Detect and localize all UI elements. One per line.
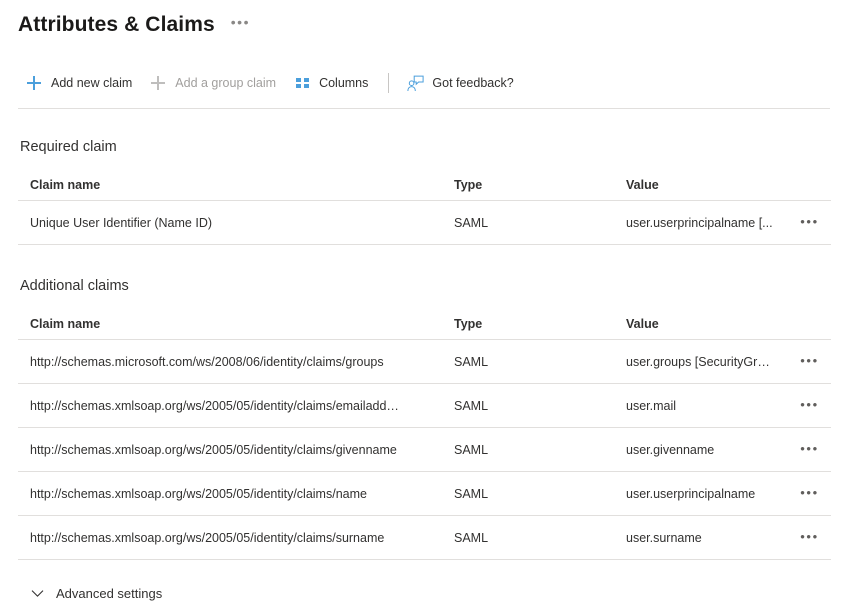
- columns-label: Columns: [319, 74, 368, 92]
- row-actions-cell: •••: [776, 428, 831, 472]
- columns-icon: [293, 74, 311, 92]
- required-claims-table: Claim name Type Value Unique User Identi…: [18, 169, 831, 245]
- required-claim-heading: Required claim: [20, 137, 842, 157]
- add-group-claim-button: Add a group claim: [142, 68, 286, 98]
- claim-value-cell: user.userprincipalname [...: [614, 201, 776, 245]
- claim-type-cell: SAML: [442, 384, 614, 428]
- column-header-menu: [776, 169, 831, 201]
- page-title: Attributes & Claims: [18, 11, 215, 39]
- table-header-row: Claim name Type Value: [18, 308, 831, 340]
- column-header-value[interactable]: Value: [614, 308, 776, 340]
- row-context-menu-button[interactable]: •••: [794, 482, 824, 506]
- add-new-claim-button[interactable]: Add new claim: [18, 68, 142, 98]
- column-header-claim-name[interactable]: Claim name: [18, 169, 442, 201]
- row-actions-cell: •••: [776, 472, 831, 516]
- additional-claims-heading: Additional claims: [20, 276, 842, 296]
- table-row[interactable]: http://schemas.xmlsoap.org/ws/2005/05/id…: [18, 516, 831, 560]
- add-group-claim-label: Add a group claim: [175, 74, 276, 92]
- claim-type-cell: SAML: [442, 201, 614, 245]
- table-row[interactable]: http://schemas.microsoft.com/ws/2008/06/…: [18, 340, 831, 384]
- row-context-menu-button[interactable]: •••: [794, 211, 824, 235]
- page-header: Attributes & Claims •••: [0, 0, 842, 42]
- row-actions-cell: •••: [776, 516, 831, 560]
- table-row[interactable]: http://schemas.xmlsoap.org/ws/2005/05/id…: [18, 472, 831, 516]
- claim-name-cell: http://schemas.xmlsoap.org/ws/2005/05/id…: [18, 384, 442, 428]
- column-header-claim-name[interactable]: Claim name: [18, 308, 442, 340]
- command-bar: Add new claim Add a group claim Columns …: [18, 65, 830, 109]
- row-context-menu-button[interactable]: •••: [794, 438, 824, 462]
- table-row[interactable]: http://schemas.xmlsoap.org/ws/2005/05/id…: [18, 428, 831, 472]
- advanced-settings-label: Advanced settings: [56, 586, 162, 601]
- add-new-claim-label: Add new claim: [51, 74, 132, 92]
- claim-type-cell: SAML: [442, 472, 614, 516]
- row-context-menu-button[interactable]: •••: [794, 394, 824, 418]
- plus-icon-disabled: [149, 74, 167, 92]
- got-feedback-label: Got feedback?: [432, 74, 513, 92]
- column-header-value[interactable]: Value: [614, 169, 776, 201]
- chevron-down-icon: [30, 587, 44, 601]
- plus-icon: [25, 74, 43, 92]
- claim-name-cell: http://schemas.xmlsoap.org/ws/2005/05/id…: [18, 428, 442, 472]
- row-actions-cell: •••: [776, 384, 831, 428]
- feedback-person-icon: [406, 74, 424, 92]
- column-header-menu: [776, 308, 831, 340]
- claim-name-cell: http://schemas.xmlsoap.org/ws/2005/05/id…: [18, 472, 442, 516]
- columns-button[interactable]: Columns: [286, 68, 378, 98]
- claim-type-cell: SAML: [442, 428, 614, 472]
- claim-name-cell: http://schemas.microsoft.com/ws/2008/06/…: [18, 340, 442, 384]
- claim-value-cell: user.userprincipalname: [614, 472, 776, 516]
- row-context-menu-button[interactable]: •••: [794, 350, 824, 374]
- claim-value-cell: user.groups [SecurityGro…: [614, 340, 776, 384]
- claim-value-cell: user.surname: [614, 516, 776, 560]
- additional-claims-table: Claim name Type Value http://schemas.mic…: [18, 308, 831, 560]
- row-actions-cell: •••: [776, 201, 831, 245]
- table-row[interactable]: Unique User Identifier (Name ID) SAML us…: [18, 201, 831, 245]
- claim-type-cell: SAML: [442, 516, 614, 560]
- row-context-menu-button[interactable]: •••: [794, 526, 824, 550]
- page-overflow-menu-button[interactable]: •••: [231, 15, 250, 35]
- claim-value-cell: user.givenname: [614, 428, 776, 472]
- column-header-type[interactable]: Type: [442, 308, 614, 340]
- row-actions-cell: •••: [776, 340, 831, 384]
- claim-name-cell: http://schemas.xmlsoap.org/ws/2005/05/id…: [18, 516, 442, 560]
- column-header-type[interactable]: Type: [442, 169, 614, 201]
- table-row[interactable]: http://schemas.xmlsoap.org/ws/2005/05/id…: [18, 384, 831, 428]
- got-feedback-button[interactable]: Got feedback?: [399, 68, 523, 98]
- advanced-settings-toggle[interactable]: Advanced settings: [30, 586, 162, 601]
- table-header-row: Claim name Type Value: [18, 169, 831, 201]
- claim-type-cell: SAML: [442, 340, 614, 384]
- claim-value-cell: user.mail: [614, 384, 776, 428]
- claim-name-cell: Unique User Identifier (Name ID): [18, 201, 442, 245]
- toolbar-divider: [388, 73, 389, 93]
